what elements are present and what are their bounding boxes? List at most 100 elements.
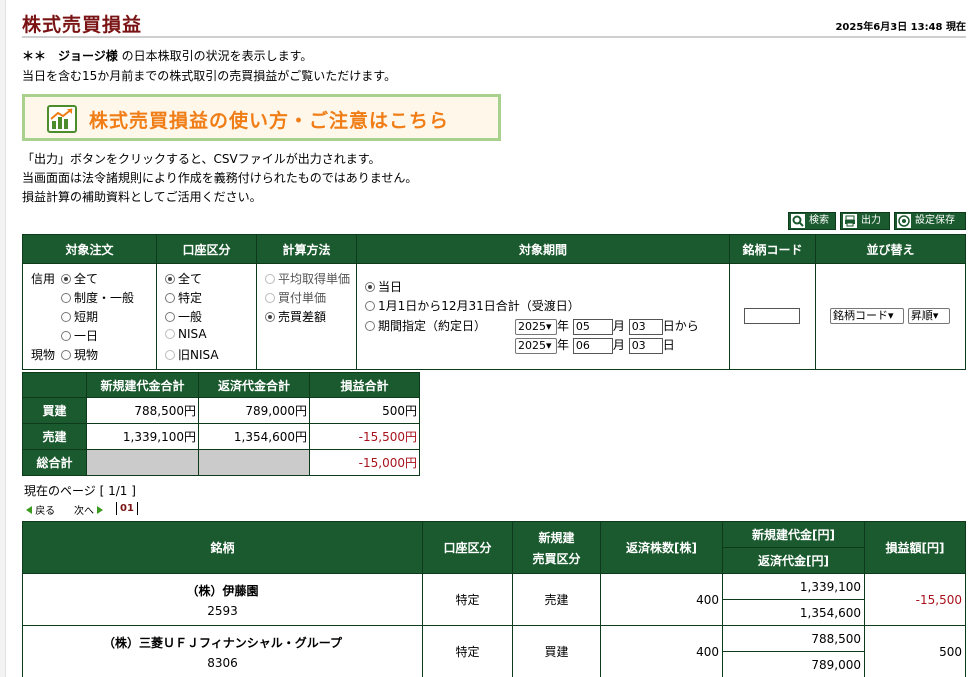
col-pl: 損益額[円] bbox=[864, 521, 966, 574]
table-row: （株）伊藤園 2593 特定 売建 400 1,339,100 -15,500 bbox=[22, 573, 966, 626]
summary-sell-pl: -15,500円 bbox=[309, 423, 420, 450]
period-option-range[interactable]: 期間指定（約定日） bbox=[365, 317, 486, 334]
new-amount-cell: 1,339,100 bbox=[722, 573, 865, 600]
summary-row-sell: 売建 1,339,100円 1,354,600円 -15,500円 bbox=[22, 423, 420, 450]
repay-amount-cell: 789,000 bbox=[722, 651, 865, 677]
title-bar: 株式売買損益 2025年6月3日 13:48 現在 bbox=[22, 0, 966, 38]
summary-header-new: 新規建代金合計 bbox=[86, 372, 199, 398]
stock-code-input[interactable] bbox=[744, 308, 800, 324]
search-button-label: 検索 bbox=[809, 215, 829, 226]
stock-code-cell bbox=[729, 263, 816, 370]
method-option-purchase[interactable]: 買付単価 bbox=[265, 289, 326, 306]
summary-total-new-empty bbox=[86, 449, 199, 476]
header-period: 対象期間 bbox=[356, 234, 730, 264]
summary-label-buy: 買建 bbox=[22, 397, 87, 424]
page-indicator: 現在のページ [ 1/1 ] bbox=[24, 484, 136, 498]
qty-cell: 400 bbox=[600, 625, 723, 677]
period-option-year[interactable]: 1月1日から12月31日合計（受渡日） bbox=[365, 297, 580, 314]
next-arrow-icon bbox=[97, 506, 104, 514]
col-new-amount: 新規建代金[円] bbox=[722, 521, 865, 548]
save-settings-button[interactable]: 設定保存 bbox=[894, 212, 966, 230]
from-year-select[interactable]: 2025▾ bbox=[515, 318, 557, 335]
order-option-day[interactable]: 一日 bbox=[61, 327, 98, 344]
order-option-standard[interactable]: 制度・一般 bbox=[61, 289, 134, 306]
next-link[interactable]: 次へ bbox=[74, 502, 104, 517]
side-cell: 売建 bbox=[512, 573, 601, 626]
side-cell: 買建 bbox=[512, 625, 601, 677]
target-icon bbox=[897, 214, 911, 228]
stock-name: （株）三菱ＵＦＪフィナンシャル・グループ bbox=[102, 635, 343, 650]
new-amount-cell: 788,500 bbox=[722, 625, 865, 652]
summary-header-repay: 返済代金合計 bbox=[198, 372, 310, 398]
account-cell: 特定 bbox=[422, 573, 513, 626]
method-option-diff[interactable]: 売買差額 bbox=[265, 308, 326, 325]
sort-key-select[interactable]: 銘柄コード▾ bbox=[830, 308, 904, 324]
account-option-nisa[interactable]: NISA bbox=[165, 327, 207, 341]
pl-cell: -15,500 bbox=[864, 573, 966, 626]
results-table: 銘柄 口座区分 新規建 売買区分 返済株数[株] 新規建代金[円] 損益額[円] … bbox=[22, 521, 966, 677]
order-option-spot[interactable]: 現物 bbox=[61, 346, 98, 363]
col-repay-amount: 返済代金[円] bbox=[722, 547, 865, 574]
spot-label: 現物 bbox=[31, 348, 56, 362]
from-month-input[interactable]: 05 bbox=[572, 318, 613, 335]
pl-cell: 500 bbox=[864, 625, 966, 677]
summary-buy-new: 788,500円 bbox=[86, 397, 199, 424]
method-option-average[interactable]: 平均取得単価 bbox=[265, 270, 350, 287]
notes: 「出力」ボタンをクリックすると、CSVファイルが出力されます。 当画面面は法令諸… bbox=[22, 150, 417, 207]
to-month-input[interactable]: 06 bbox=[572, 337, 613, 354]
col-qty: 返済株数[株] bbox=[600, 521, 723, 574]
account-type-cell: 全て 特定 一般 NISA 旧NISA bbox=[156, 263, 257, 370]
printer-icon bbox=[843, 214, 857, 228]
header-order-type: 対象注文 bbox=[22, 234, 157, 264]
header-calc-method: 計算方法 bbox=[256, 234, 357, 264]
header-account-type: 口座区分 bbox=[156, 234, 257, 264]
summary-sell-new: 1,339,100円 bbox=[86, 423, 199, 450]
page-number-01[interactable]: 01 bbox=[116, 502, 138, 515]
save-settings-label: 設定保存 bbox=[915, 215, 955, 226]
account-option-old-nisa[interactable]: 旧NISA bbox=[165, 346, 219, 363]
period-to: 2025▾ 年 06 月 03 日 bbox=[515, 336, 675, 354]
qty-cell: 400 bbox=[600, 573, 723, 626]
pagination: 戻る 次へ 01 bbox=[24, 500, 144, 518]
summary-total-repay-empty bbox=[198, 449, 310, 476]
timestamp: 2025年6月3日 13:48 現在 bbox=[835, 22, 966, 33]
col-account: 口座区分 bbox=[422, 521, 513, 574]
stock-name-cell: （株）三菱ＵＦＪフィナンシャル・グループ 8306 bbox=[22, 625, 423, 677]
output-button[interactable]: 出力 bbox=[840, 212, 890, 230]
summary-label-total: 総合計 bbox=[22, 449, 87, 476]
period-option-today[interactable]: 当日 bbox=[365, 278, 402, 295]
account-option-general[interactable]: 一般 bbox=[165, 308, 202, 325]
period-from: 2025▾ 年 05 月 03 日から bbox=[515, 317, 699, 335]
page-title: 株式売買損益 bbox=[22, 14, 143, 36]
to-day-input[interactable]: 03 bbox=[628, 337, 663, 354]
calc-method-cell: 平均取得単価 買付単価 売買差額 bbox=[256, 263, 357, 370]
summary-row-total: 総合計 -15,000円 bbox=[22, 449, 420, 476]
sort-order-select[interactable]: 昇順▾ bbox=[907, 308, 950, 324]
col-side: 新規建 売買区分 bbox=[512, 521, 601, 574]
account-option-specific[interactable]: 特定 bbox=[165, 289, 202, 306]
stock-name: （株）伊藤園 bbox=[186, 583, 259, 598]
prev-link[interactable]: 戻る bbox=[26, 502, 55, 517]
intro-text: ＊＊ ジョージ様 の日本株取引の状況を表示します。 当日を含む15か月前までの株… bbox=[22, 46, 396, 86]
summary-total-pl: -15,000円 bbox=[309, 449, 420, 476]
search-icon bbox=[791, 214, 805, 228]
user-name: ＊＊ ジョージ様 bbox=[22, 49, 118, 63]
from-day-input[interactable]: 03 bbox=[628, 318, 663, 335]
order-option-short[interactable]: 短期 bbox=[61, 308, 98, 325]
search-button[interactable]: 検索 bbox=[788, 212, 836, 230]
header-sort: 並び替え bbox=[815, 234, 966, 264]
sort-cell: 銘柄コード▾ 昇順▾ bbox=[815, 263, 966, 370]
col-stock: 銘柄 bbox=[22, 521, 423, 574]
usage-notes-banner[interactable]: 株式売買損益の使い方・ご注意はこちら bbox=[22, 94, 501, 141]
summary-table: 新規建代金合計 返済代金合計 損益合計 買建 788,500円 789,000円… bbox=[22, 372, 420, 476]
summary-row-buy: 買建 788,500円 789,000円 500円 bbox=[22, 397, 420, 424]
left-edge-strip bbox=[0, 0, 6, 677]
order-option-all[interactable]: 全て bbox=[61, 270, 98, 287]
to-year-select[interactable]: 2025▾ bbox=[515, 337, 557, 354]
chart-icon bbox=[47, 105, 77, 133]
account-option-all[interactable]: 全て bbox=[165, 270, 202, 287]
prev-arrow-icon bbox=[26, 506, 32, 514]
credit-label: 信用 bbox=[31, 272, 56, 286]
order-type-cell: 信用 現物 全て 制度・一般 短期 一日 現物 bbox=[22, 263, 157, 370]
banner-text: 株式売買損益の使い方・ご注意はこちら bbox=[89, 110, 450, 132]
